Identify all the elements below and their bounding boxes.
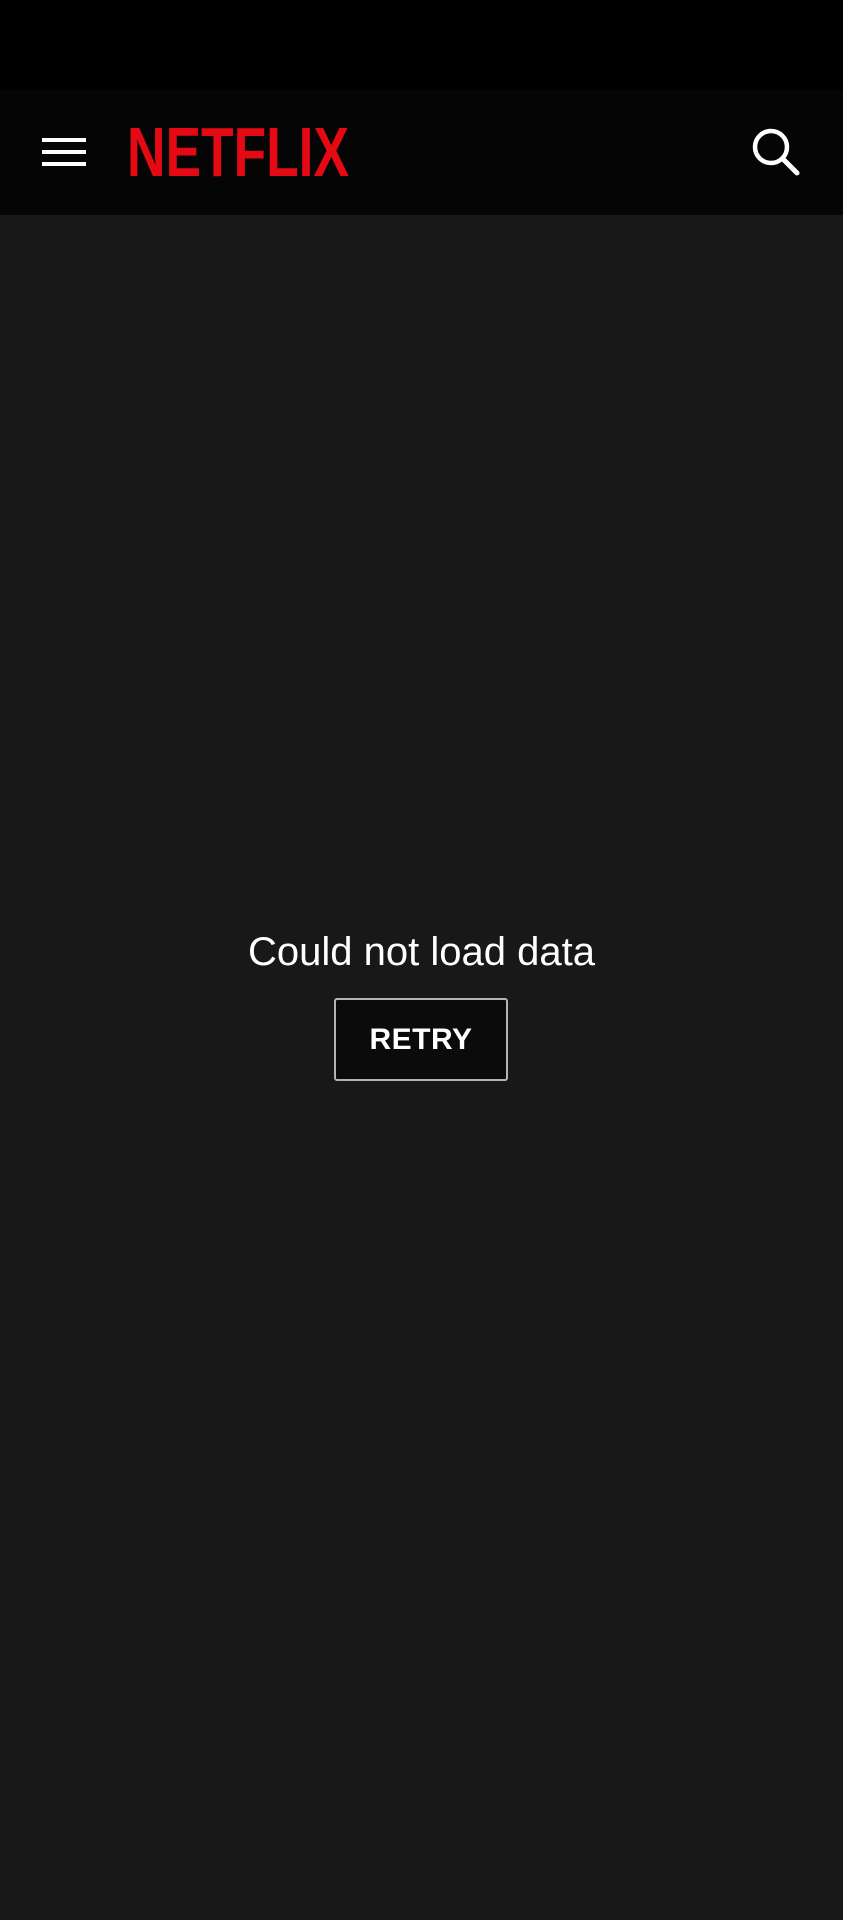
netflix-logo: NETFLIX (127, 120, 349, 185)
app-bar: NETFLIX (0, 90, 843, 215)
menu-button[interactable] (24, 112, 104, 192)
hamburger-menu-icon (42, 138, 86, 166)
search-button[interactable] (736, 112, 816, 192)
search-icon (752, 128, 800, 176)
status-bar (0, 0, 843, 90)
error-message: Could not load data (248, 930, 595, 974)
app-screen: NETFLIX Could not load data RETRY (0, 0, 843, 1920)
netflix-logo-text: NETFLIX (127, 120, 349, 185)
retry-button[interactable]: RETRY (334, 998, 508, 1081)
